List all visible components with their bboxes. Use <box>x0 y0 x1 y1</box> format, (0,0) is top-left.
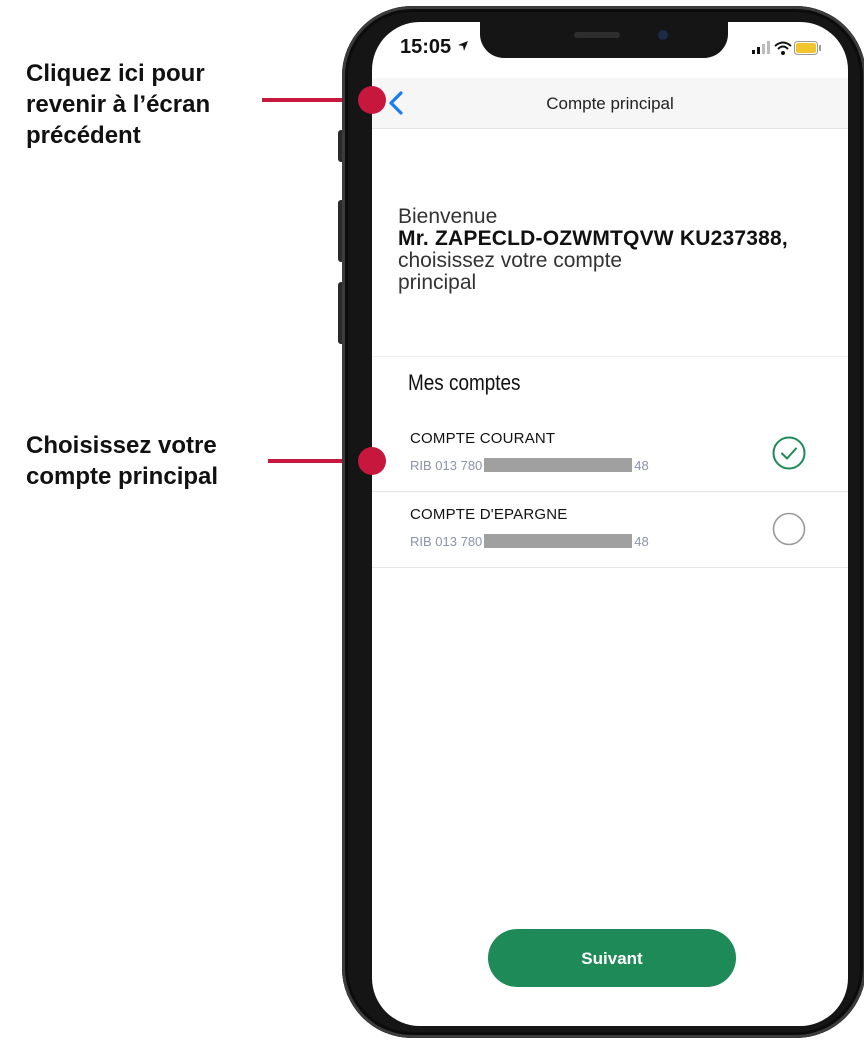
location-arrow-icon <box>457 41 468 51</box>
rib-prefix: RIB 013 780 <box>410 534 483 549</box>
account-rib: RIB 013 780 48 <box>410 534 649 549</box>
account-row-courant[interactable]: COMPTE COURANT RIB 013 780 48 <box>372 416 848 492</box>
next-button[interactable]: Suivant <box>488 929 736 987</box>
rib-redaction <box>484 458 633 472</box>
account-callout-line-2: compte principal <box>26 463 219 490</box>
account-name: COMPTE COURANT <box>410 430 556 447</box>
rib-suffix: 48 <box>634 534 649 549</box>
welcome-greeting: Bienvenue <box>398 205 498 228</box>
front-camera <box>658 30 668 40</box>
rib-suffix: 48 <box>634 458 649 473</box>
section-divider <box>372 356 848 357</box>
account-rib: RIB 013 780 48 <box>410 458 649 473</box>
account-name: COMPTE D'EPARGNE <box>410 506 568 523</box>
radio-unchecked-icon[interactable] <box>772 512 806 546</box>
page-title: Compte principal <box>546 94 674 113</box>
radio-checked-icon[interactable] <box>772 436 806 470</box>
rib-redaction <box>484 534 633 548</box>
account-callout-marker <box>358 447 386 475</box>
status-time-text: 15:05 <box>400 36 452 58</box>
signal-icon <box>752 41 770 54</box>
back-callout-line-2: revenir à l’écran <box>26 91 211 118</box>
account-row-epargne[interactable]: COMPTE D'EPARGNE RIB 013 780 48 <box>372 492 848 568</box>
back-callout-line-3: précédent <box>26 122 141 149</box>
phone-notch <box>480 22 728 58</box>
welcome-user-name: Mr. ZAPECLD-OZWMTQVW KU237388, <box>398 227 788 250</box>
back-callout: Cliquez ici pour revenir à l’écran précé… <box>26 58 210 151</box>
wifi-icon <box>774 41 792 55</box>
speaker-grille <box>574 32 620 38</box>
rib-prefix: RIB 013 780 <box>410 458 483 473</box>
back-callout-marker <box>358 86 386 114</box>
back-callout-line-1: Cliquez ici pour <box>26 60 205 87</box>
welcome-instruction: choisissez votre compte principal <box>398 249 623 294</box>
account-callout-line-1: Choisissez votre <box>26 432 217 459</box>
welcome-message: Bienvenue Mr. ZAPECLD-OZWMTQVW KU237388,… <box>398 206 838 294</box>
phone-screen: 15:05 Compte principal Bienvenue Mr. ZAP… <box>372 22 848 1026</box>
account-callout: Choisissez votre compte principal <box>26 430 218 492</box>
navigation-bar: Compte principal <box>372 78 848 129</box>
status-icons <box>752 40 822 56</box>
battery-icon <box>794 41 821 55</box>
status-time: 15:05 <box>400 36 469 59</box>
row-divider <box>372 567 848 568</box>
accounts-section-title: Mes comptes <box>408 370 521 395</box>
